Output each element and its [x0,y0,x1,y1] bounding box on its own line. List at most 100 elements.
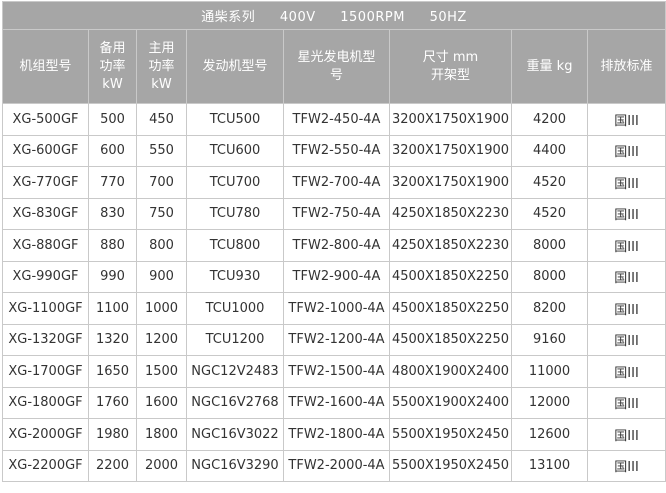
alternator-model-cell: TFW2-1200-4A [283,323,390,356]
prime-power-cell: 1600 [136,386,187,419]
standby-power-cell: 500 [88,103,137,136]
header-text-line: 功率 [99,58,126,74]
weight-cell: 12600 [511,418,588,451]
table-row: XG-1800GF 1760 1600 NGC16V2768 TFW2-1600-4A 5… [2,386,666,419]
prime-power-cell: 800 [136,229,187,262]
emission-standard-cell: 国III [586,260,666,293]
dimensions-cell: 5500X1950X2450 [389,418,512,451]
prime-power-cell: 2000 [136,449,187,482]
prime-power-cell: 900 [136,260,187,293]
alternator-model-cell: TFW2-750-4A [283,197,390,230]
header-text-line: kW [151,76,172,92]
alternator-model-cell: TFW2-1500-4A [283,355,390,388]
standby-power-cell: 830 [88,197,137,230]
series-banner-row: 通柴系列 400V 1500RPM 50HZ [1,1,666,30]
prime-power-cell: 1500 [136,355,187,388]
alternator-model-cell: TFW2-550-4A [283,134,390,167]
header-text-line: 机组型号 [19,58,72,74]
dimensions-header: 尺寸 mm 开架型 [389,29,512,104]
alternator-model-cell: TFW2-1800-4A [283,418,390,451]
unit-model-cell: XG-830GF [2,197,89,230]
rpm-label: 1500RPM [340,10,405,25]
unit-model-header: 机组型号 [2,29,89,104]
weight-cell: 13100 [511,449,588,482]
prime-power-cell: 1800 [136,418,187,451]
dimensions-cell: 4250X1850X2230 [389,197,512,230]
frequency-label: 50HZ [429,10,467,25]
header-text-line: 尺寸 mm [422,49,479,65]
emission-standard-cell: 国III [586,229,666,262]
engine-model-cell: NGC16V3290 [186,449,284,482]
unit-model-cell: XG-1700GF [2,355,89,388]
table-row: XG-830GF 830 750 TCU780 TFW2-750-4A 4250X1850… [2,197,666,230]
unit-model-cell: XG-1320GF [2,323,89,356]
table-row: XG-880GF 880 800 TCU800 TFW2-800-4A 4250X1850… [2,229,666,262]
engine-model-cell: TCU700 [186,166,284,199]
prime-power-cell: 1000 [136,292,187,325]
emission-standard-header: 排放标准 [586,29,666,104]
series-name: 通柴系列 [201,10,256,25]
weight-cell: 4200 [511,103,588,136]
unit-model-cell: XG-600GF [2,134,89,167]
alternator-model-cell: TFW2-2000-4A [283,449,390,482]
table-row: XG-600GF 600 550 TCU600 TFW2-550-4A 3200X1750… [2,134,666,167]
dimensions-cell: 4800X1900X2400 [389,355,512,388]
alternator-model-cell: TFW2-900-4A [283,260,390,293]
unit-model-cell: XG-1800GF [2,386,89,419]
table-row: XG-1100GF 1100 1000 TCU1000 TFW2-1000-4A 4500… [2,292,666,325]
header-text-line: 开架型 [430,67,470,83]
table-row: XG-1700GF 1650 1500 NGC12V2483 TFW2-1500-4A 4… [2,355,666,388]
header-text-line: kW [102,76,123,92]
column-header-row: 机组型号 备用 功率 kW 主用 功率 kW 发动机型号 星光发电机型号尺寸 mm 开架型 重量 k… [2,29,666,104]
weight-cell: 4520 [511,197,588,230]
weight-cell: 4400 [511,134,588,167]
table-row: XG-770GF 770 700 TCU700 TFW2-700-4A 3200X1750… [2,166,666,199]
engine-model-cell: TCU930 [186,260,284,293]
engine-model-header: 发动机型号 [186,29,284,104]
unit-model-cell: XG-770GF [2,166,89,199]
alternator-model-cell: TFW2-450-4A [283,103,390,136]
emission-standard-cell: 国III [586,323,666,356]
standby-power-cell: 770 [88,166,137,199]
weight-cell: 12000 [511,386,588,419]
table-row: XG-990GF 990 900 TCU930 TFW2-900-4A 4500X1850… [2,260,666,293]
standby-power-cell: 1980 [88,418,137,451]
standby-power-cell: 1760 [88,386,137,419]
header-text-line: 号 [329,67,343,83]
standby-power-cell: 880 [88,229,137,262]
prime-power-cell: 700 [136,166,187,199]
dimensions-cell: 5500X1950X2450 [389,449,512,482]
engine-model-cell: TCU500 [186,103,284,136]
unit-model-cell: XG-880GF [2,229,89,262]
table-row: XG-1320GF 1320 1200 TCU1200 TFW2-1200-4A 4500… [2,323,666,356]
prime-power-header: 主用 功率 kW [136,29,187,104]
emission-standard-cell: 国III [586,197,666,230]
weight-cell: 11000 [511,355,588,388]
header-text-line: 排放标准 [600,58,653,74]
unit-model-cell: XG-1100GF [2,292,89,325]
dimensions-cell: 4500X1850X2250 [389,292,512,325]
standby-power-cell: 600 [88,134,137,167]
unit-model-cell: XG-500GF [2,103,89,136]
table-row: XG-500GF 500 450 TCU500 TFW2-450-4A 3200X1750… [2,103,666,136]
engine-model-cell: NGC16V2768 [186,386,284,419]
emission-standard-cell: 国III [586,103,666,136]
dimensions-cell: 3200X1750X1900 [389,103,512,136]
dimensions-cell: 3200X1750X1900 [389,166,512,199]
dimensions-cell: 4500X1850X2250 [389,260,512,293]
voltage-label: 400V [279,10,316,25]
alternator-model-cell: TFW2-700-4A [283,166,390,199]
table-row: XG-2200GF 2200 2000 NGC16V3290 TFW2-2000-4A 5… [2,449,666,482]
dimensions-cell: 4500X1850X2250 [389,323,512,356]
prime-power-cell: 550 [136,134,187,167]
weight-header: 重量 kg [511,29,588,104]
table-row: XG-2000GF 1980 1800 NGC16V3022 TFW2-1800-4A 5… [2,418,666,451]
weight-cell: 8000 [511,260,588,293]
standby-power-cell: 2200 [88,449,137,482]
dimensions-cell: 4250X1850X2230 [389,229,512,262]
engine-model-cell: TCU780 [186,197,284,230]
generator-spec-table: 通柴系列 400V 1500RPM 50HZ 机组型号 备用 功率 kW 主用 功率 kW 发… [1,1,666,482]
weight-cell: 9160 [511,323,588,356]
unit-model-cell: XG-2000GF [2,418,89,451]
emission-standard-cell: 国III [586,292,666,325]
